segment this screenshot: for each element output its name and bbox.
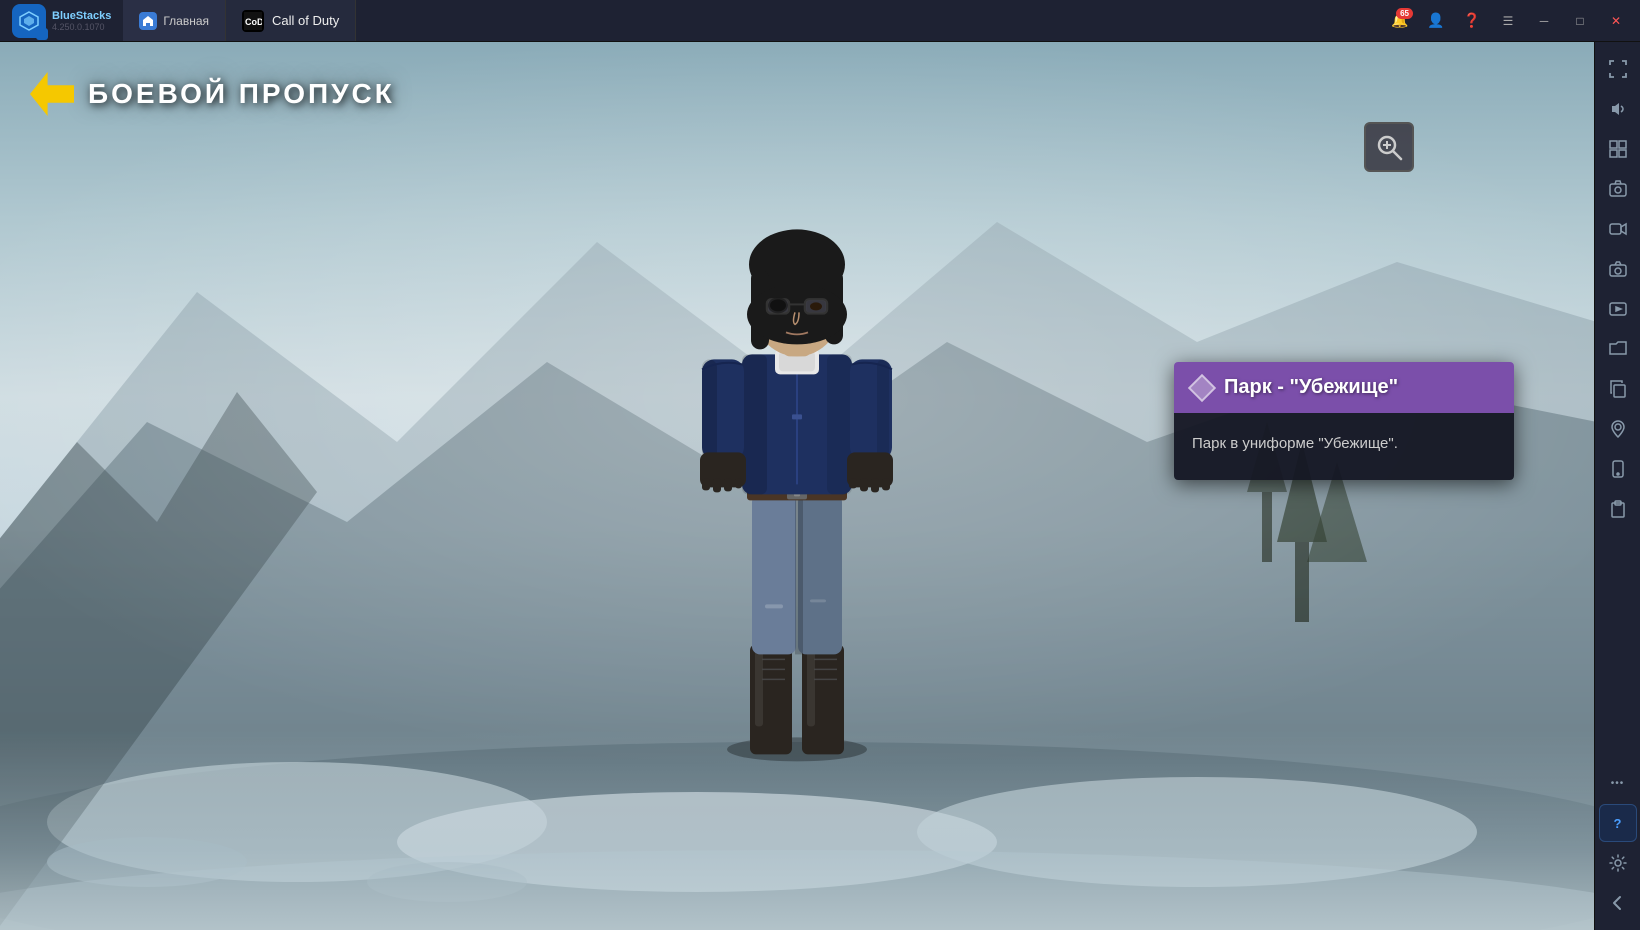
layout-button[interactable] [1599, 130, 1637, 168]
maximize-button[interactable]: □ [1564, 5, 1596, 37]
tooltip-description: Парк в униформе "Убежище". [1192, 435, 1398, 452]
fullscreen-button[interactable] [1599, 50, 1637, 88]
back-button-area[interactable]: БОЕВОЙ ПРОПУСК [30, 72, 395, 116]
camera-button[interactable] [1599, 250, 1637, 288]
home-tab[interactable]: Главная [123, 0, 226, 41]
screenshot-button[interactable] [1599, 170, 1637, 208]
bluestacks-name-area: BlueStacks 4.250.0.1070 [52, 10, 111, 32]
tooltip-card: Парк - "Убежище" Парк в униформе "Убежищ… [1174, 362, 1514, 480]
tooltip-title: Парк - "Убежище" [1224, 376, 1398, 399]
titlebar-actions: 🔔 65 👤 ❓ ☰ ─ □ ✕ [1384, 5, 1640, 37]
tooltip-diamond-icon [1188, 373, 1216, 401]
game-label: Call of Duty [272, 13, 339, 28]
section-title: БОЕВОЙ ПРОПУСК [88, 78, 395, 110]
record-button[interactable] [1599, 210, 1637, 248]
titlebar: BlueStacks 4.250.0.1070 Главная CoD Call… [0, 0, 1640, 42]
right-sidebar: ••• ? [1594, 42, 1640, 930]
game-tab[interactable]: CoD Call of Duty [226, 0, 356, 41]
game-area: БОЕВОЙ ПРОПУСК Парк - "Убежище" Парк в у… [0, 42, 1594, 930]
close-button[interactable]: ✕ [1600, 5, 1632, 37]
notification-badge: 65 [1396, 8, 1413, 19]
character-figure [647, 184, 947, 764]
back-sidebar-button[interactable] [1599, 884, 1637, 922]
location-button[interactable] [1599, 410, 1637, 448]
svg-text:CoD: CoD [245, 17, 262, 27]
bluestacks-name: BlueStacks [52, 10, 111, 22]
help-button[interactable]: ? [1599, 804, 1637, 842]
paste-button[interactable] [1599, 490, 1637, 528]
video-button[interactable] [1599, 290, 1637, 328]
tooltip-body: Парк в униформе "Убежище". [1174, 413, 1514, 480]
bluestacks-version: 4.250.0.1070 [52, 22, 111, 32]
settings-button[interactable] [1599, 844, 1637, 882]
help-button[interactable]: ❓ [1456, 5, 1488, 37]
volume-button[interactable] [1599, 90, 1637, 128]
minimize-button[interactable]: ─ [1528, 5, 1560, 37]
back-arrow-icon[interactable] [30, 72, 74, 116]
notifications-button[interactable]: 🔔 65 [1384, 5, 1416, 37]
tooltip-header: Парк - "Убежище" [1174, 362, 1514, 413]
copy-button[interactable] [1599, 370, 1637, 408]
home-icon [139, 12, 157, 30]
more-button[interactable]: ••• [1599, 764, 1637, 802]
account-button[interactable]: 👤 [1420, 5, 1452, 37]
folder-button[interactable] [1599, 330, 1637, 368]
bluestacks-logo-area: BlueStacks 4.250.0.1070 [0, 4, 123, 38]
phone-button[interactable] [1599, 450, 1637, 488]
zoom-button[interactable] [1364, 122, 1414, 172]
menu-button[interactable]: ☰ [1492, 5, 1524, 37]
home-label: Главная [163, 14, 209, 28]
game-icon: CoD [242, 10, 264, 32]
bluestacks-logo [12, 4, 46, 38]
